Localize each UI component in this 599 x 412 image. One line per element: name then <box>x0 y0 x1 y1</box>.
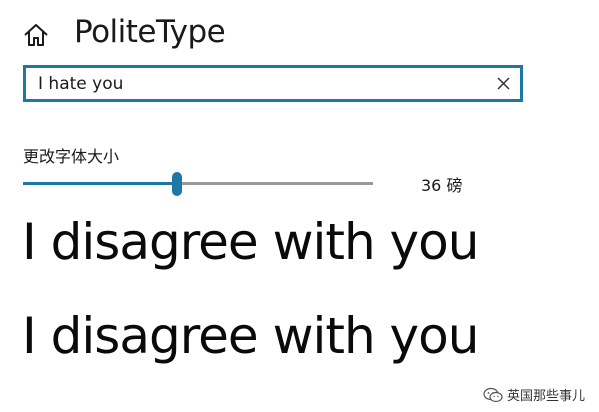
font-size-value: 36 磅 <box>421 176 463 195</box>
clear-button[interactable] <box>496 76 511 91</box>
preview-text: I disagree with you <box>22 213 479 271</box>
search-box <box>23 65 523 102</box>
home-icon <box>22 22 50 48</box>
close-icon <box>496 76 511 91</box>
font-size-label: 更改字体大小 <box>23 147 120 166</box>
app-title: PoliteType <box>74 14 226 50</box>
font-size-slider[interactable] <box>23 172 373 196</box>
slider-track-empty <box>182 182 373 185</box>
watermark-text: 英国那些事儿 <box>506 389 585 404</box>
slider-track-filled <box>23 182 172 185</box>
home-button[interactable] <box>22 22 50 48</box>
watermark: 英国那些事儿 <box>483 385 585 404</box>
wechat-icon <box>483 387 503 403</box>
search-input[interactable] <box>38 68 478 99</box>
preview-text: I disagree with you <box>22 307 479 365</box>
slider-thumb[interactable] <box>172 172 182 196</box>
